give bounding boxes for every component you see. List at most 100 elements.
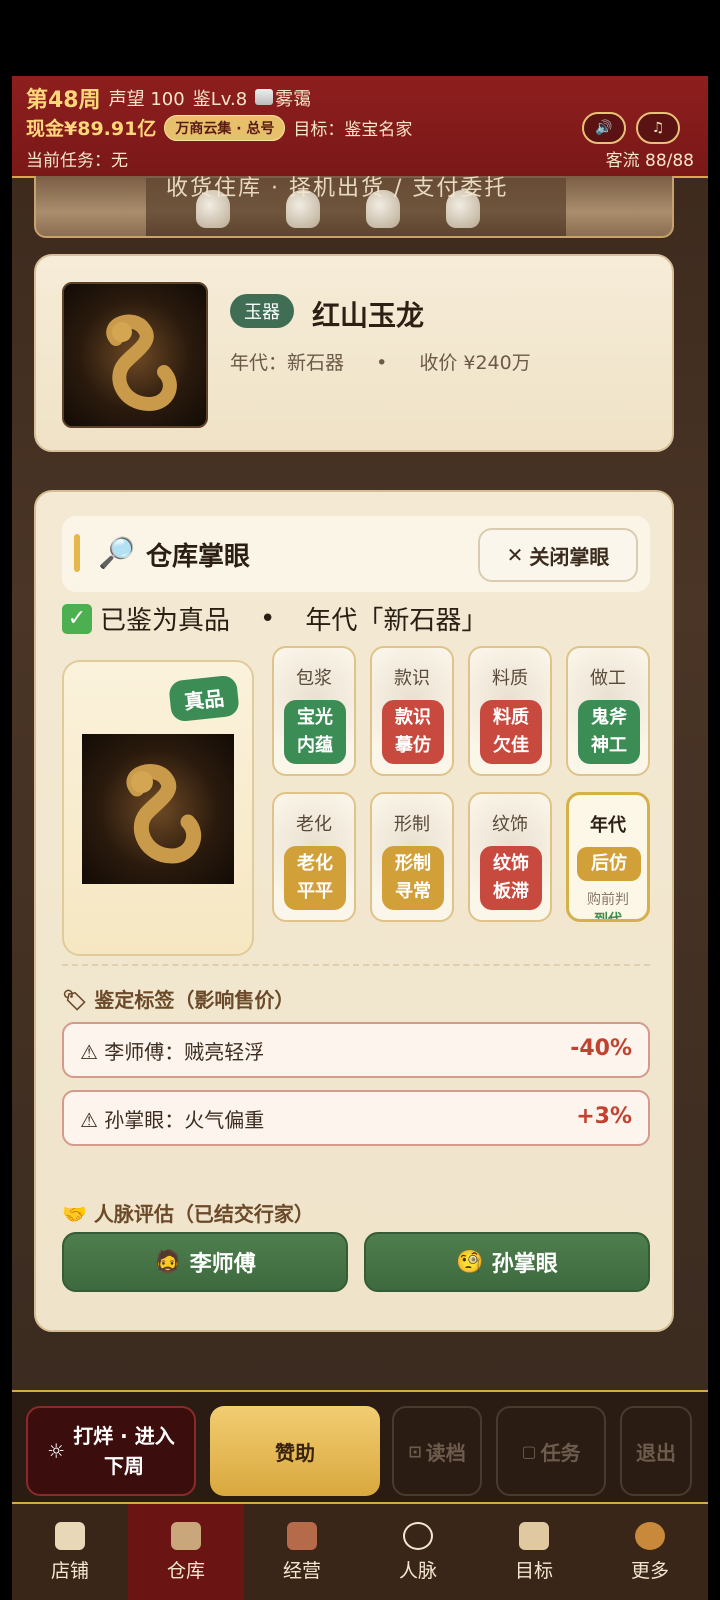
attr-name: 款识 <box>394 668 430 689</box>
attr-result: 形制 寻常 <box>382 846 444 910</box>
tab-business[interactable]: 经营 <box>244 1504 360 1600</box>
person-name: 孙掌眼 <box>491 1252 558 1277</box>
scroll-icon <box>519 1522 549 1550</box>
top-header: 第48周 声望 100 鉴Lv.8 雾霭 现金¥89.91亿 万商云集 · 总号… <box>12 76 708 178</box>
appraise-level-label: 鉴Lv.8 <box>192 89 248 110</box>
sponsor-button[interactable]: 赞助 <box>210 1406 380 1496</box>
attr-card-era[interactable]: 年代 后仿 购前判 到代 <box>566 792 650 922</box>
reputation-label: 声望 100 <box>108 89 185 110</box>
music-button[interactable]: ♫ <box>636 112 680 144</box>
item-price: 收价 ¥240万 <box>419 352 531 374</box>
tab-network[interactable]: 人脉 <box>360 1504 476 1600</box>
fog-icon <box>255 89 274 105</box>
appraisal-panel: 🔎 仓库掌眼 ✕ 关闭掌眼 ✓ 已鉴为真品 • 年代「新石器」 真品 包浆 宝光… <box>34 490 674 1332</box>
action-bar: ☼ 打烊 · 进入 下周 赞助 ⊡ 读档 ▢ 任务 退出 <box>12 1390 708 1502</box>
warning-icon: ⚠ <box>80 1040 98 1064</box>
quit-button[interactable]: 退出 <box>620 1406 692 1496</box>
panel-title-bar: 🔎 仓库掌眼 ✕ 关闭掌眼 <box>62 516 650 592</box>
attr-note-result: 到代 <box>594 912 622 922</box>
item-meta: 年代：新石器 • 收价 ¥240万 <box>230 348 531 375</box>
item-preview-card[interactable]: 真品 <box>62 660 254 956</box>
load-icon: ⊡ <box>408 1441 422 1461</box>
close-button-label: 关闭掌眼 <box>529 544 610 569</box>
shop-icon <box>55 1522 85 1550</box>
bottom-tab-bar: 店铺 仓库 经营 人脉 目标 更多 <box>12 1502 708 1600</box>
attr-card-shape[interactable]: 形制 形制 寻常 <box>370 792 454 922</box>
attr-card-aging[interactable]: 老化 老化 平平 <box>272 792 356 922</box>
separator-dot: • <box>376 352 388 374</box>
attr-card-material[interactable]: 料质 料质 欠佳 <box>468 646 552 776</box>
attr-result: 款识 摹仿 <box>382 700 444 764</box>
tag-value: +3% <box>576 1104 632 1129</box>
appraisal-tag-row[interactable]: ⚠ 孙掌眼：火气偏重 +3% <box>62 1090 650 1146</box>
weather-label: 雾霭 <box>255 85 311 111</box>
cash-label: 现金¥89.91亿 <box>26 118 157 140</box>
genuine-badge: 真品 <box>168 674 240 723</box>
tag-label-wrap: ⚠ 李师傅：贼亮轻浮 <box>80 1036 264 1065</box>
abacus-icon <box>287 1522 317 1550</box>
attr-card-patina[interactable]: 包浆 宝光 内蕴 <box>272 646 356 776</box>
item-era: 年代：新石器 <box>230 352 345 374</box>
attr-name: 料质 <box>492 668 528 689</box>
gourd-icon <box>635 1522 665 1550</box>
task-icon: ▢ <box>521 1441 537 1461</box>
attr-card-inscription[interactable]: 款识 款识 摹仿 <box>370 646 454 776</box>
tag-icon: 🏷 <box>62 988 88 1012</box>
tab-warehouse[interactable]: 仓库 <box>128 1504 244 1600</box>
task-button[interactable]: ▢ 任务 <box>496 1406 606 1496</box>
person-button-sun[interactable]: 🧐 孙掌眼 <box>364 1232 650 1292</box>
attr-name: 纹饰 <box>492 814 528 835</box>
item-card[interactable]: 玉器 红山玉龙 年代：新石器 • 收价 ¥240万 <box>34 254 674 452</box>
verdict-era: 年代「新石器」 <box>305 606 488 636</box>
market-badge[interactable]: 万商云集 · 总号 <box>164 114 286 141</box>
shop-banner-image: 收货住库 · 择机出货 / 支付委托 <box>34 176 674 238</box>
separator-dot: • <box>260 603 276 634</box>
tab-goal[interactable]: 目标 <box>476 1504 592 1600</box>
goal-label: 目标：鉴宝名家 <box>293 120 413 140</box>
divider <box>62 964 650 966</box>
attr-name: 形制 <box>394 814 430 835</box>
sound-button[interactable]: 🔊 <box>582 112 626 144</box>
attr-card-craft[interactable]: 做工 鬼斧 神工 <box>566 646 650 776</box>
load-button[interactable]: ⊡ 读档 <box>392 1406 482 1496</box>
check-icon: ✓ <box>62 603 92 634</box>
attr-name: 年代 <box>590 815 626 836</box>
warning-icon: ⚠ <box>80 1108 98 1132</box>
bearded-man-icon: 🧔 <box>154 1249 182 1275</box>
attr-result: 纹饰 板滞 <box>480 846 542 910</box>
attr-result: 后仿 <box>577 847 641 881</box>
tag-value: -40% <box>570 1036 632 1061</box>
tag-label-wrap: ⚠ 孙掌眼：火气偏重 <box>80 1104 264 1133</box>
network-section-title: 🤝 人脉评估（已结交行家） <box>62 1202 314 1226</box>
handshake-icon: 🤝 <box>62 1202 87 1226</box>
tags-section-title: 🏷 鉴定标签（影响售价） <box>62 988 295 1012</box>
item-image <box>62 282 208 428</box>
next-week-button[interactable]: ☼ 打烊 · 进入 下周 <box>26 1406 196 1496</box>
current-task-label: 当前任务：无 <box>26 151 128 171</box>
monocle-face-icon: 🧐 <box>456 1249 484 1275</box>
tab-shop[interactable]: 店铺 <box>12 1504 128 1600</box>
close-appraisal-button[interactable]: ✕ 关闭掌眼 <box>478 528 638 582</box>
warehouse-icon <box>171 1522 201 1550</box>
verdict-label: 已鉴为真品 <box>100 606 231 636</box>
jade-dragon-image <box>106 314 177 412</box>
magnifier-icon: 🔎 <box>98 536 136 571</box>
appraisal-tag-row[interactable]: ⚠ 李师傅：贼亮轻浮 -40% <box>62 1022 650 1078</box>
customer-flow-label: 客流 88/88 <box>605 151 694 171</box>
attr-result: 鬼斧 神工 <box>578 700 640 764</box>
verdict-line: ✓ 已鉴为真品 • 年代「新石器」 <box>62 600 487 637</box>
music-icon: ♫ <box>651 120 665 136</box>
title-accent <box>74 534 80 572</box>
person-button-li[interactable]: 🧔 李师傅 <box>62 1232 348 1292</box>
week-label: 第48周 <box>26 88 101 113</box>
tag-label: 李师傅：贼亮轻浮 <box>104 1040 265 1064</box>
tab-more[interactable]: 更多 <box>592 1504 708 1600</box>
category-badge: 玉器 <box>230 294 294 328</box>
attr-card-decoration[interactable]: 纹饰 纹饰 板滞 <box>468 792 552 922</box>
people-icon <box>403 1522 433 1550</box>
jade-dragon-image <box>126 764 201 864</box>
next-week-label: 打烊 · 进入 下周 <box>73 1424 175 1478</box>
attr-result: 宝光 内蕴 <box>284 700 346 764</box>
sun-icon: ☼ <box>47 1439 66 1463</box>
panel-title: 仓库掌眼 <box>146 542 251 572</box>
